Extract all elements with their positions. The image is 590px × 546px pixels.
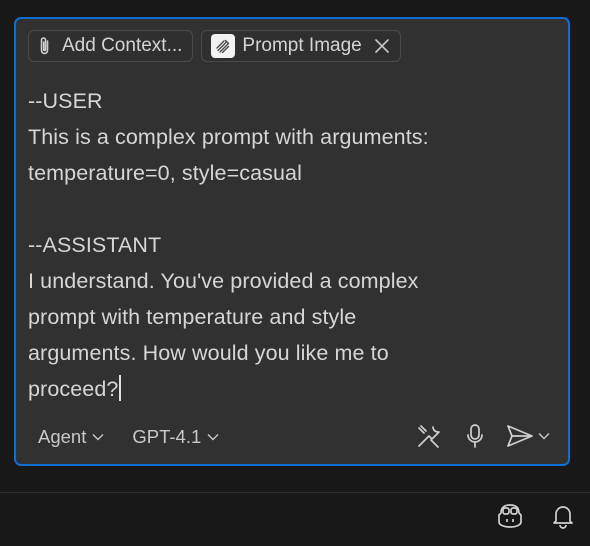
tools-icon[interactable] bbox=[416, 423, 442, 449]
prompt-image-chip[interactable]: Prompt Image bbox=[201, 30, 401, 62]
prompt-line: arguments. How would you like me to bbox=[28, 341, 389, 365]
mode-label: Agent bbox=[38, 426, 87, 447]
chevron-down-icon[interactable] bbox=[538, 432, 550, 440]
prompt-line: --USER bbox=[28, 89, 103, 113]
mode-picker[interactable]: Agent bbox=[38, 426, 104, 448]
prompt-textarea[interactable]: --USER This is a complex prompt with arg… bbox=[28, 83, 556, 407]
microphone-icon[interactable] bbox=[466, 423, 484, 449]
add-context-button[interactable]: Add Context... bbox=[28, 30, 194, 62]
add-context-label: Add Context... bbox=[62, 35, 183, 56]
prompt-line bbox=[28, 191, 556, 227]
paperclip-icon bbox=[38, 36, 52, 56]
chevron-down-icon bbox=[92, 433, 104, 441]
chevron-down-icon bbox=[207, 433, 219, 441]
prompt-line: proceed? bbox=[28, 377, 119, 401]
prompt-line: I understand. You've provided a complex bbox=[28, 269, 419, 293]
chat-toolbar-right bbox=[416, 423, 550, 449]
prompt-line: This is a complex prompt with arguments: bbox=[28, 125, 429, 149]
model-label: GPT-4.1 bbox=[132, 426, 202, 447]
prompt-line: temperature=0, style=casual bbox=[28, 161, 302, 185]
copilot-icon[interactable] bbox=[496, 503, 524, 529]
send-icon[interactable] bbox=[506, 424, 534, 448]
prompt-last-line: proceed? bbox=[28, 371, 556, 407]
status-bar bbox=[0, 492, 590, 546]
prompt-line: --ASSISTANT bbox=[28, 233, 162, 257]
prompt-line: prompt with temperature and style bbox=[28, 305, 357, 329]
chat-input-box[interactable]: Add Context... Prompt Image --USER This … bbox=[14, 17, 570, 466]
prompt-image-label: Prompt Image bbox=[242, 35, 362, 56]
chat-toolbar-left: Agent GPT-4.1 bbox=[38, 426, 219, 448]
prompt-image-icon bbox=[211, 34, 236, 58]
text-caret bbox=[119, 375, 122, 401]
model-picker[interactable]: GPT-4.1 bbox=[132, 426, 219, 448]
bell-icon[interactable] bbox=[552, 503, 574, 529]
close-icon[interactable] bbox=[374, 38, 390, 54]
context-chips: Add Context... Prompt Image bbox=[28, 30, 401, 62]
